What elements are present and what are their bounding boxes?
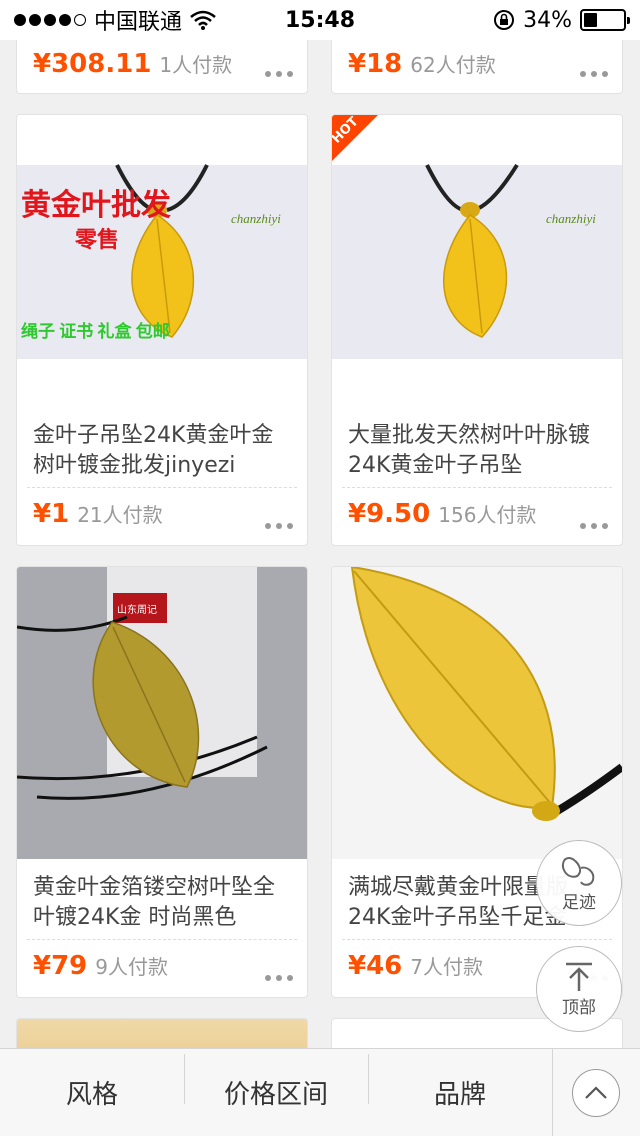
footprint-button[interactable]: 足迹: [536, 840, 622, 926]
more-icon[interactable]: [265, 71, 293, 77]
gold-leaf-with-certificate-image: 山东周记: [17, 567, 307, 859]
sold-count: 1人付款: [159, 53, 233, 77]
divider: [342, 487, 612, 488]
filter-price-range[interactable]: 价格区间: [184, 1054, 368, 1111]
signal-icon: [14, 14, 86, 26]
gold-leaf-closeup-image: [332, 567, 622, 859]
product-image[interactable]: [332, 567, 622, 859]
product-title: 金叶子吊坠24K黄金叶金树叶镀金批发jinyezi: [33, 423, 274, 478]
product-card[interactable]: HOT chanzhiyi 大量批发天然树叶叶脉镀24K黄金叶子吊坠 ¥9.50…: [331, 114, 623, 546]
sold-count: 7人付款: [410, 955, 484, 979]
status-bar: 中国联通 15:48 34%: [0, 0, 640, 40]
sold-count: 21人付款: [77, 503, 163, 527]
price: ¥9.50: [348, 499, 431, 529]
sold-count: 9人付款: [95, 955, 169, 979]
price: ¥308.11: [33, 49, 152, 79]
product-title: 黄金叶金箔镂空树叶坠全叶镀24K金 时尚黑色: [33, 875, 276, 930]
more-icon[interactable]: [265, 523, 293, 529]
sold-count: 62人付款: [410, 53, 496, 77]
battery-percent: 34%: [523, 7, 572, 33]
product-card[interactable]: 黄金叶批发 零售 绳子 证书 礼盒 包邮 chanzhiyi 金叶子吊坠24K黄…: [16, 114, 308, 546]
image-brand: chanzhiyi: [231, 211, 281, 226]
divider: [27, 939, 297, 940]
wifi-icon: [190, 10, 216, 30]
divider: [342, 939, 612, 940]
footprint-label: 足迹: [562, 892, 596, 913]
footprint-icon: [561, 856, 595, 886]
price: ¥18: [348, 49, 403, 79]
divider: [27, 487, 297, 488]
filter-brand[interactable]: 品牌: [368, 1054, 552, 1111]
image-subheadline: 零售: [74, 227, 119, 252]
expand-filters-button[interactable]: [572, 1069, 620, 1117]
carrier-name: 中国联通: [94, 10, 183, 35]
sold-count: 156人付款: [438, 503, 537, 527]
battery-icon: [580, 9, 630, 31]
more-icon[interactable]: [580, 523, 608, 529]
chevron-up-icon: [585, 1086, 607, 1099]
price: ¥46: [348, 951, 403, 981]
gold-leaf-pendant-image: 黄金叶批发 零售 绳子 证书 礼盒 包邮 chanzhiyi: [17, 164, 307, 359]
image-headline: 黄金叶批发: [21, 188, 171, 222]
image-brand: chanzhiyi: [546, 211, 596, 226]
filter-bar: 风格 价格区间 品牌: [0, 1048, 640, 1136]
back-to-top-button[interactable]: 顶部: [536, 946, 622, 1032]
filter-style[interactable]: 风格: [0, 1074, 184, 1111]
price: ¥1: [33, 499, 70, 529]
more-icon[interactable]: [580, 71, 608, 77]
hot-badge: HOT: [332, 115, 378, 161]
product-image[interactable]: 黄金叶批发 零售 绳子 证书 礼盒 包邮 chanzhiyi: [17, 115, 307, 407]
product-title: 大量批发天然树叶叶脉镀24K黄金叶子吊坠: [348, 423, 591, 478]
box-label: 山东周记: [117, 603, 157, 616]
more-icon[interactable]: [265, 975, 293, 981]
arrow-up-icon: [566, 962, 592, 991]
price: ¥79: [33, 951, 88, 981]
image-footer: 绳子 证书 礼盒 包邮: [21, 321, 170, 341]
top-label: 顶部: [562, 997, 596, 1018]
product-card[interactable]: 满城尽戴黄金叶限量版24K金叶子吊坠千足金 ¥46 7人付款: [331, 566, 623, 998]
rotation-lock-icon: [494, 10, 515, 30]
product-image[interactable]: 山东周记: [17, 567, 307, 859]
divider: [552, 1049, 553, 1136]
product-card[interactable]: 山东周记 黄金叶金箔镂空树叶坠全叶镀24K金 时尚黑色 ¥79 9人付款: [16, 566, 308, 998]
